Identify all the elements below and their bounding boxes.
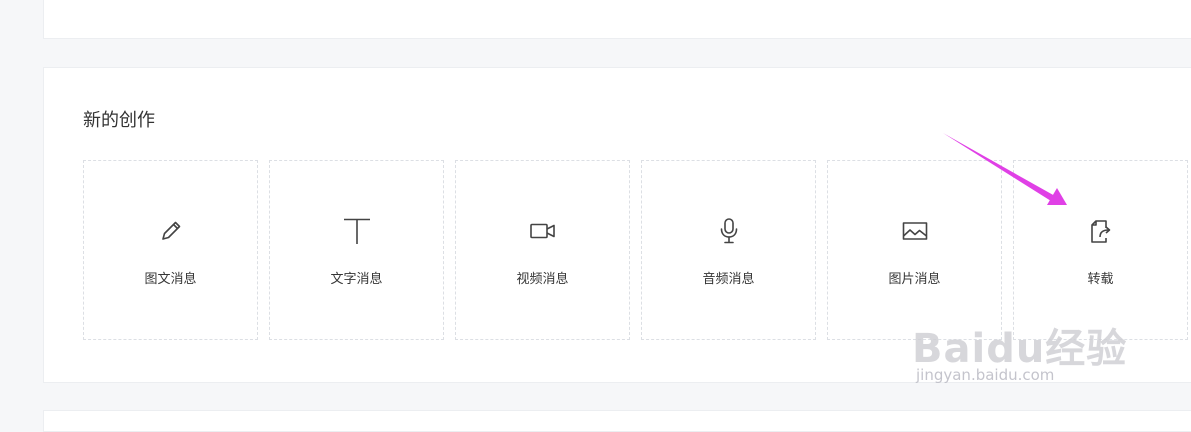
card-label: 音频消息 [702, 272, 755, 287]
video-camera-icon [529, 217, 557, 245]
creation-cards: 图文消息 文字消息 视频消息 音频消息 图片消息 转载 [83, 160, 1191, 340]
share-forward-icon [1087, 217, 1115, 245]
top-panel [43, 0, 1191, 39]
card-label: 转载 [1087, 272, 1114, 287]
card-label: 视频消息 [516, 272, 569, 287]
card-image-message[interactable]: 图片消息 [827, 160, 1002, 340]
card-label: 文字消息 [330, 272, 383, 287]
card-audio-message[interactable]: 音频消息 [641, 160, 816, 340]
card-label: 图文消息 [144, 272, 197, 287]
section-title: 新的创作 [83, 110, 155, 131]
text-t-icon [343, 217, 371, 245]
card-video-message[interactable]: 视频消息 [455, 160, 630, 340]
microphone-icon [715, 217, 743, 245]
card-label: 图片消息 [888, 272, 941, 287]
bottom-panel [43, 410, 1191, 432]
new-creation-panel: 新的创作 图文消息 文字消息 视频消息 音频消息 图片消息 转载 [43, 67, 1191, 383]
card-repost[interactable]: 转载 [1013, 160, 1188, 340]
pencil-icon [157, 217, 185, 245]
card-text-message[interactable]: 文字消息 [269, 160, 444, 340]
card-image-text-message[interactable]: 图文消息 [83, 160, 258, 340]
image-icon [901, 217, 929, 245]
